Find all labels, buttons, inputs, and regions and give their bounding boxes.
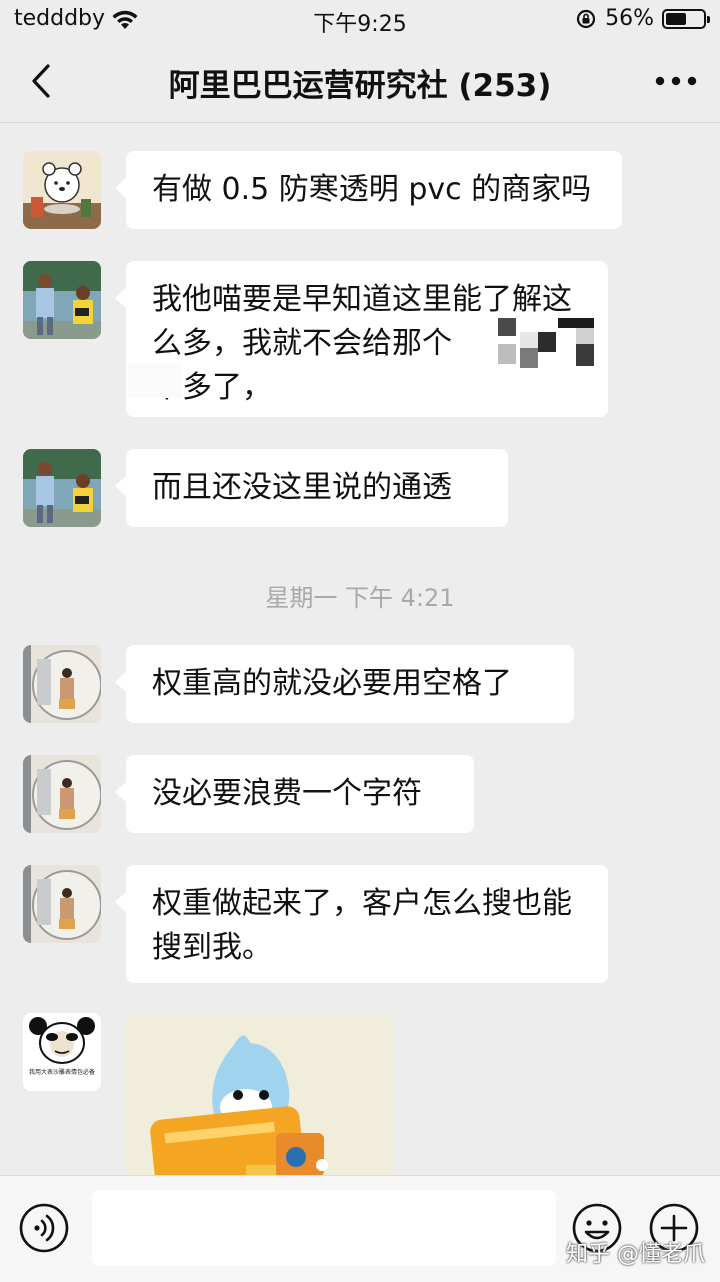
panda-meme-avatar-image: [23, 1013, 101, 1091]
watermark: 知乎 @懂老爪: [566, 1242, 705, 1267]
avatar[interactable]: [23, 449, 101, 527]
avatar[interactable]: [23, 865, 101, 943]
message-bubble[interactable]: 有做 0.5 防寒透明 pvc 的商家吗: [115, 151, 622, 229]
message-text: 有做 0.5 防寒透明 pvc 的商家吗: [152, 172, 592, 207]
battery-icon: [662, 8, 710, 29]
battery-level: [666, 12, 687, 25]
chat-header: 阿里巴巴运营研究社 (253): [0, 40, 720, 123]
bear-avatar-image: [23, 151, 101, 229]
sticker-image[interactable]: [126, 1015, 394, 1185]
status-bar: tedddby 下午9:25 56%: [0, 0, 720, 40]
status-right: 56%: [575, 6, 710, 31]
more-dots-icon[interactable]: [654, 68, 698, 94]
redaction-blur: [128, 364, 182, 398]
avatar-caption: 我用大表沙雕表情包必备: [28, 1069, 95, 1076]
message-input[interactable]: [92, 1190, 556, 1266]
avatar[interactable]: [23, 261, 101, 339]
battery-percent: 56%: [605, 6, 654, 31]
rotation-lock-icon: [576, 9, 596, 28]
kids-photo-avatar-image: [23, 261, 101, 339]
kids-photo-avatar-image: [23, 449, 101, 527]
message-bubble[interactable]: 而且还没这里说的通透: [115, 449, 508, 527]
message-bubble[interactable]: 权重做起来了，客户怎么搜也能搜到我。: [115, 865, 608, 983]
message-text: 而且还没这里说的通透: [152, 470, 452, 505]
avatar[interactable]: [23, 645, 101, 723]
message-text: 权重高的就没必要用空格了: [152, 666, 512, 701]
avatar[interactable]: 我用大表沙雕表情包必备: [23, 1013, 101, 1091]
avatar[interactable]: [23, 151, 101, 229]
avatar[interactable]: [23, 755, 101, 833]
redaction-mosaic: [498, 318, 598, 370]
chat-title[interactable]: 阿里巴巴运营研究社 (253): [0, 60, 720, 105]
message-bubble[interactable]: 权重高的就没必要用空格了: [115, 645, 574, 723]
mirror-photo-avatar-image: [23, 865, 101, 943]
cartoon-sticker: [126, 1015, 394, 1185]
message-text: 没必要浪费一个字符: [152, 776, 422, 811]
voice-icon[interactable]: [18, 1202, 70, 1254]
mirror-photo-avatar-image: [23, 645, 101, 723]
mirror-photo-avatar-image: [23, 755, 101, 833]
message-bubble[interactable]: 没必要浪费一个字符: [115, 755, 474, 833]
message-text: 权重做起来了，客户怎么搜也能搜到我。: [152, 886, 572, 965]
time-divider: 星期一 下午 4:21: [265, 584, 455, 612]
